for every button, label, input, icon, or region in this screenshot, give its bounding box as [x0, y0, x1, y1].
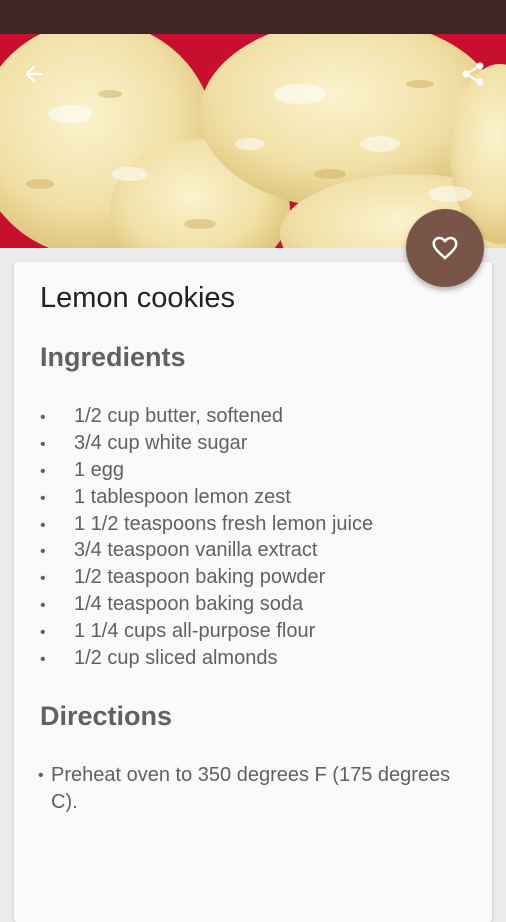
- share-button[interactable]: [451, 52, 495, 96]
- ingredient-item: • 1 1/4 cups all-purpose flour: [40, 620, 316, 643]
- ingredient-item: • 1/4 teaspoon baking soda: [40, 593, 304, 616]
- arrow-left-icon: [25, 65, 43, 83]
- ingredient-item: • 3/4 teaspoon vanilla extract: [40, 539, 318, 562]
- ingredients-list: • 1/2 cup butter, softened • 3/4 cup white…: [40, 403, 480, 672]
- ingredient-item: • 1 tablespoon lemon zest: [40, 485, 291, 508]
- directions-heading: Directions: [40, 701, 173, 731]
- share-icon: [462, 62, 484, 86]
- favorite-button[interactable]: [406, 209, 484, 287]
- ingredient-item: • 1/2 cup sliced almonds: [40, 647, 278, 670]
- status-bar: [0, 0, 506, 34]
- direction-step: • Preheat oven to 350 degrees F (175 degr…: [38, 764, 451, 813]
- recipe-title: Lemon cookies: [40, 282, 236, 314]
- heart-outline-icon: [432, 236, 458, 260]
- ingredient-item: • 1/2 cup butter, softened: [40, 405, 284, 427]
- ingredient-item: • 1/2 teaspoon baking powder: [40, 566, 326, 589]
- ingredients-heading: Ingredients: [40, 342, 186, 372]
- ingredient-item: • 1 1/2 teaspoons fresh lemon juice: [40, 512, 374, 535]
- ingredient-item: • 1 egg: [40, 458, 125, 481]
- directions-list: • Preheat oven to 350 degrees F (175 degr…: [38, 762, 458, 816]
- back-button[interactable]: [12, 52, 56, 96]
- ingredient-item: • 3/4 cup white sugar: [40, 431, 248, 454]
